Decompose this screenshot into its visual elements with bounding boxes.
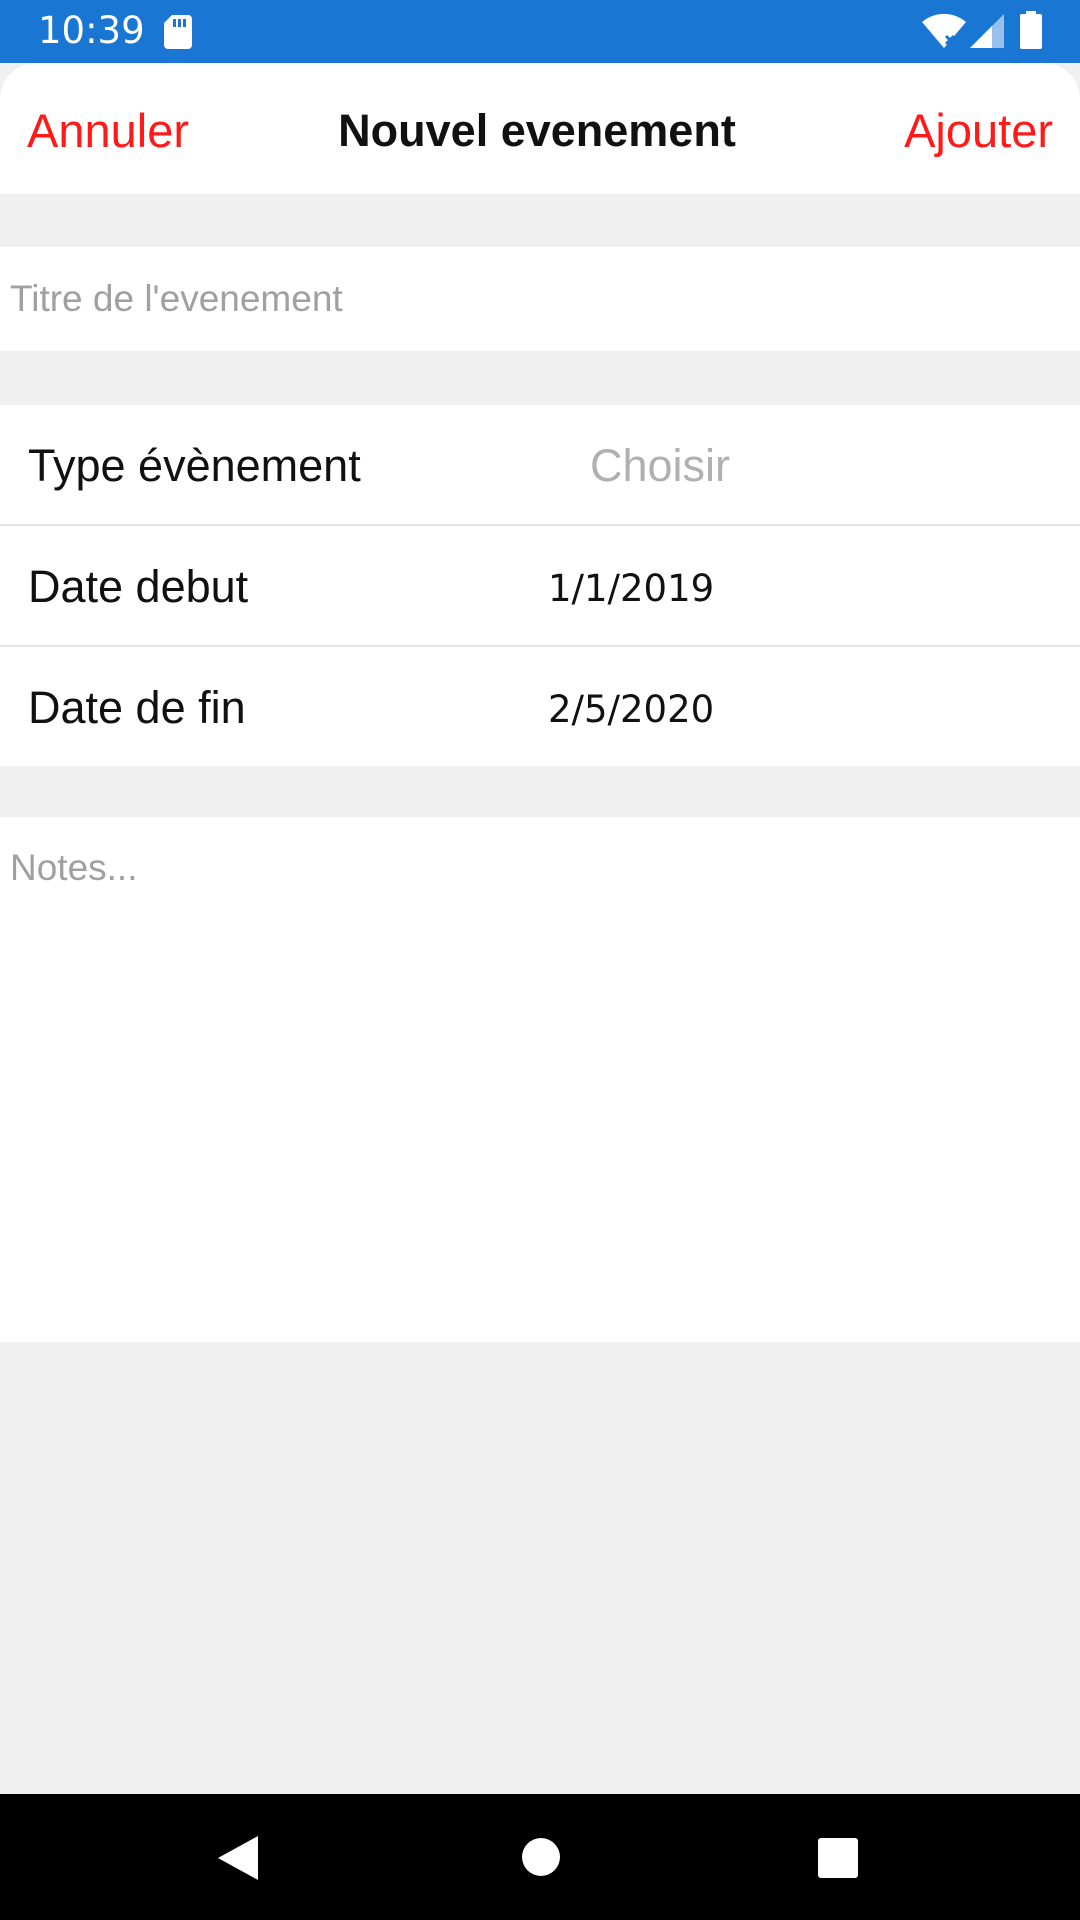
wifi-icon xyxy=(922,14,966,48)
start-date-label: Date debut xyxy=(28,561,249,612)
end-date-label: Date de fin xyxy=(28,682,246,733)
end-date-row[interactable]: Date de fin 2/5/2020 xyxy=(0,647,1080,767)
event-title-container xyxy=(0,247,1080,351)
sd-card-icon xyxy=(164,15,192,49)
status-time: 10:39 xyxy=(38,9,145,52)
start-date-row[interactable]: Date debut 1/1/2019 xyxy=(0,526,1080,646)
add-button[interactable]: Ajouter xyxy=(904,103,1053,159)
notes-container xyxy=(0,817,1080,1342)
event-type-picker[interactable]: Choisir xyxy=(590,439,730,493)
status-bar: 10:39 xyxy=(0,0,1080,63)
modal-header: Annuler Nouvel evenement Ajouter xyxy=(0,63,1080,194)
recent-apps-icon[interactable] xyxy=(817,1837,859,1879)
event-type-row[interactable]: Type évènement Choisir xyxy=(0,405,1080,525)
back-icon[interactable] xyxy=(216,1834,260,1882)
end-date-picker[interactable]: 2/5/2020 xyxy=(548,687,714,733)
signal-icon xyxy=(970,14,1004,48)
home-icon[interactable] xyxy=(521,1837,561,1877)
event-type-label: Type évènement xyxy=(28,440,361,491)
notes-input[interactable] xyxy=(10,847,1060,1317)
battery-icon xyxy=(1020,11,1042,49)
event-details-section: Type évènement Choisir Date debut 1/1/20… xyxy=(0,405,1080,766)
start-date-picker[interactable]: 1/1/2019 xyxy=(548,566,714,612)
event-title-input[interactable] xyxy=(10,274,1060,324)
